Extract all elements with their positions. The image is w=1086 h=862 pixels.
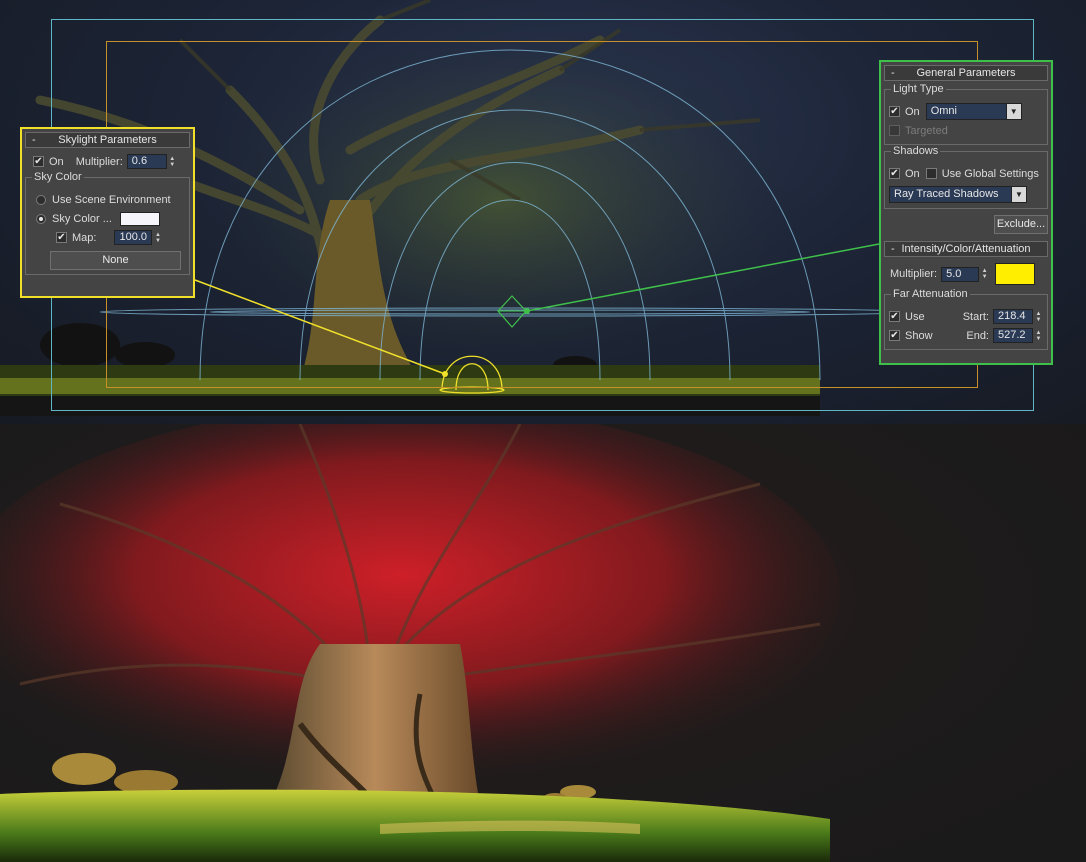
sky-color-group-label: Sky Color bbox=[32, 171, 84, 183]
sky-color-swatch[interactable] bbox=[119, 211, 160, 226]
light-on-checkbox[interactable]: ✔ bbox=[889, 106, 900, 117]
skylight-rollout-header[interactable]: - Skylight Parameters bbox=[25, 132, 190, 148]
collapse-icon[interactable]: - bbox=[891, 66, 895, 80]
light-on-label: On bbox=[905, 105, 920, 118]
spinner-down-icon[interactable]: ▼ bbox=[1036, 336, 1042, 342]
intensity-multiplier-spinner[interactable]: 5.0 ▲ ▼ bbox=[941, 266, 989, 282]
far-end-spinner[interactable]: 527.2 ▲ ▼ bbox=[993, 328, 1043, 343]
shadow-type-value: Ray Traced Shadows bbox=[894, 188, 999, 200]
far-end-label: End: bbox=[966, 329, 989, 342]
intensity-multiplier-label: Multiplier: bbox=[890, 268, 938, 280]
skylight-multiplier-label: Multiplier: bbox=[75, 155, 123, 168]
shadows-on-label: On bbox=[905, 167, 920, 180]
skylight-parameters-panel: - Skylight Parameters ✔ On Multiplier: 0… bbox=[20, 127, 195, 298]
map-label: Map: bbox=[72, 231, 97, 244]
intensity-multiplier-field[interactable]: 5.0 bbox=[941, 266, 980, 282]
skylight-on-label: On bbox=[49, 155, 64, 168]
rendered-red-tree bbox=[0, 424, 840, 862]
viewport-render-result bbox=[0, 424, 1086, 862]
omni-light-parameters-panel: - General Parameters Light Type ✔ On Omn… bbox=[879, 60, 1053, 365]
collapse-icon[interactable]: - bbox=[32, 133, 36, 147]
sky-color-label: Sky Color ... bbox=[52, 212, 112, 225]
targeted-checkbox bbox=[889, 125, 900, 136]
light-type-dropdown[interactable]: Omni ▼ bbox=[925, 103, 1022, 120]
safe-frame-inner bbox=[106, 41, 978, 388]
use-scene-environment-label: Use Scene Environment bbox=[52, 193, 171, 206]
skylight-rollout-title: Skylight Parameters bbox=[58, 134, 157, 146]
far-use-label: Use bbox=[905, 310, 925, 323]
map-checkbox[interactable]: ✔ bbox=[56, 232, 67, 243]
light-type-group-label: Light Type bbox=[891, 83, 946, 95]
light-type-group: Light Type ✔ On Omni ▼ Targeted bbox=[884, 83, 1048, 145]
exclude-button[interactable]: Exclude... bbox=[994, 215, 1048, 234]
far-start-spinner[interactable]: 218.4 ▲ ▼ bbox=[993, 309, 1043, 324]
skylight-on-checkbox[interactable]: ✔ bbox=[33, 156, 44, 167]
use-global-settings-label: Use Global Settings bbox=[941, 167, 1039, 180]
general-rollout-header[interactable]: - General Parameters bbox=[884, 65, 1048, 81]
far-start-field[interactable]: 218.4 bbox=[993, 309, 1033, 324]
general-rollout-title: General Parameters bbox=[916, 67, 1016, 79]
use-scene-environment-radio[interactable] bbox=[36, 194, 46, 205]
collapse-icon[interactable]: - bbox=[891, 242, 895, 256]
sky-color-radio[interactable] bbox=[36, 213, 46, 224]
intensity-rollout-header[interactable]: - Intensity/Color/Attenuation bbox=[884, 241, 1048, 257]
skylight-multiplier-spinner[interactable]: 0.6 ▲ ▼ bbox=[126, 154, 177, 169]
sky-color-group: Sky Color Use Scene Environment Sky Colo… bbox=[25, 171, 190, 275]
far-show-label: Show bbox=[905, 329, 933, 342]
skylight-multiplier-field[interactable]: 0.6 bbox=[126, 154, 167, 169]
map-amount-field[interactable]: 100.0 bbox=[114, 230, 153, 245]
far-end-field[interactable]: 527.2 bbox=[993, 328, 1033, 343]
spinner-down-icon[interactable]: ▼ bbox=[169, 162, 175, 168]
shadows-group: Shadows ✔ On Use Global Settings Ray Tra… bbox=[884, 145, 1048, 209]
light-type-value: Omni bbox=[930, 105, 957, 117]
shadow-type-dropdown[interactable]: Ray Traced Shadows ▼ bbox=[889, 186, 1027, 203]
far-show-checkbox[interactable]: ✔ bbox=[889, 330, 900, 341]
chevron-down-icon[interactable]: ▼ bbox=[1011, 187, 1026, 202]
light-color-swatch[interactable] bbox=[995, 263, 1036, 285]
spinner-down-icon[interactable]: ▼ bbox=[155, 238, 161, 244]
map-none-button[interactable]: None bbox=[50, 251, 181, 270]
shadows-group-label: Shadows bbox=[891, 145, 941, 157]
far-start-label: Start: bbox=[962, 310, 989, 323]
chevron-down-icon[interactable]: ▼ bbox=[1005, 104, 1021, 119]
spinner-down-icon[interactable]: ▼ bbox=[1036, 317, 1042, 323]
intensity-rollout-title: Intensity/Color/Attenuation bbox=[901, 243, 1031, 255]
spinner-down-icon[interactable]: ▼ bbox=[982, 274, 988, 280]
targeted-label: Targeted bbox=[905, 124, 948, 137]
use-global-settings-checkbox[interactable] bbox=[925, 168, 937, 179]
far-attenuation-group: Far Attenuation ✔ Use Start: 218.4 ▲ ▼ ✔ … bbox=[884, 288, 1048, 350]
shadows-on-checkbox[interactable]: ✔ bbox=[889, 168, 900, 179]
map-amount-spinner[interactable]: 100.0 ▲ ▼ bbox=[114, 230, 162, 245]
far-attenuation-group-label: Far Attenuation bbox=[891, 288, 970, 300]
far-use-checkbox[interactable]: ✔ bbox=[889, 311, 900, 322]
